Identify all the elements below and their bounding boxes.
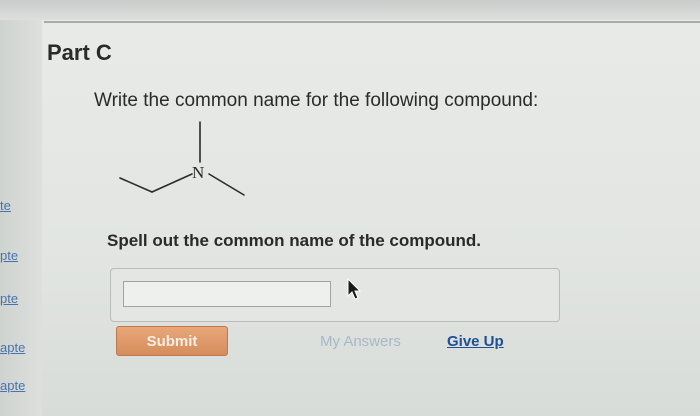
part-title: Part C xyxy=(47,40,112,65)
bond-ethyl-1 xyxy=(119,177,153,193)
sidebar-link-3[interactable]: pte xyxy=(0,291,18,306)
bond-ethyl-2 xyxy=(151,173,193,193)
answer-panel xyxy=(110,268,560,322)
sidebar-link-4[interactable]: apte xyxy=(0,340,25,355)
my-answers-link[interactable]: My Answers xyxy=(320,333,401,350)
answer-input[interactable] xyxy=(123,281,331,307)
submit-button[interactable]: Submit xyxy=(116,326,228,356)
bond-methyl-right xyxy=(208,173,245,196)
top-toolbar-strip xyxy=(0,0,700,20)
molecule-structure: N xyxy=(119,121,245,196)
give-up-link[interactable]: Give Up xyxy=(447,333,504,350)
left-navigation: te pte pte apte apte xyxy=(0,20,42,416)
sidebar-link-1[interactable]: te xyxy=(0,198,11,213)
sidebar-link-2[interactable]: pte xyxy=(0,248,18,263)
header-divider xyxy=(44,21,700,23)
nitrogen-atom-label: N xyxy=(192,163,204,182)
mouse-pointer-icon xyxy=(347,278,362,300)
sidebar-link-5[interactable]: apte xyxy=(0,378,25,393)
answer-instruction: Spell out the common name of the compoun… xyxy=(107,231,482,250)
question-text: Write the common name for the following … xyxy=(94,90,539,111)
